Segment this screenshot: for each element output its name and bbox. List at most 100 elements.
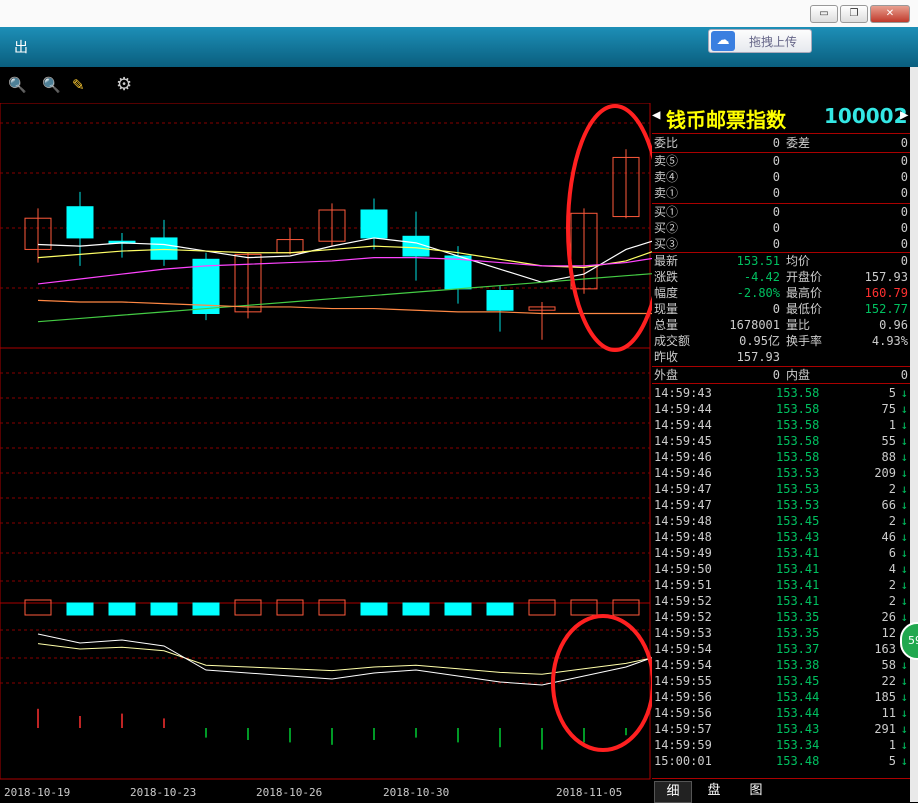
macd-line <box>37 633 652 686</box>
tab-chart[interactable]: 图 <box>738 781 774 801</box>
exit-button[interactable]: 出 <box>14 37 28 57</box>
tick-price: 153.48 <box>776 754 820 768</box>
change-row: 涨跌 -4.42 开盘价 157.93 <box>654 269 910 285</box>
buy-label: 买③ <box>654 237 679 251</box>
tick-time: 14:59:56 <box>654 690 712 704</box>
latest-value: 153.51 <box>736 254 780 268</box>
sell-volume: 0 <box>772 154 780 168</box>
pct-row: 幅度 -2.80% 最高价 160.79 <box>654 285 910 301</box>
sell-count: 0 <box>900 154 908 168</box>
tab-orderbook[interactable]: 盘 <box>696 781 732 801</box>
tick-price: 153.58 <box>776 418 820 432</box>
tick-price: 153.41 <box>776 562 820 576</box>
prev-close-value: 157.93 <box>736 350 780 364</box>
tick-price: 153.38 <box>776 658 820 672</box>
upload-button[interactable]: ☁ 拖拽上传 <box>708 29 812 53</box>
low-value: 152.77 <box>864 302 908 316</box>
settings-icon[interactable]: ⚙ <box>116 76 132 94</box>
tick-row: 14:59:56 153.44 185 ↓ <box>654 689 910 705</box>
tick-row: 14:59:47 153.53 66 ↓ <box>654 497 910 513</box>
tick-time: 14:59:48 <box>654 514 712 528</box>
sell-row: 卖④ 0 0 <box>654 169 910 185</box>
tick-time: 14:59:47 <box>654 482 712 496</box>
tick-price: 153.43 <box>776 722 820 736</box>
prev-arrow-icon[interactable]: ◀ <box>652 107 660 123</box>
restore-button[interactable]: ❐ <box>840 5 868 23</box>
tick-time: 14:59:54 <box>654 658 712 672</box>
change-value: -4.42 <box>743 270 780 284</box>
tick-price: 153.58 <box>776 386 820 400</box>
kline-chart[interactable] <box>0 103 652 802</box>
tick-volume: 6 <box>888 546 896 560</box>
tick-volume: 291 <box>874 722 896 736</box>
quote-panel: ◀ 钱币邮票指数 100002 ▶ 委比 0 委差 0 卖⑤ 0 0 卖④ 0 0 卖① 0 0… <box>652 103 910 802</box>
stock-code: 100002 <box>824 104 908 128</box>
turnover-label: 换手率 <box>786 334 823 348</box>
tick-row: 14:59:48 153.45 2 ↓ <box>654 513 910 529</box>
ratio-value: 0.96 <box>879 318 908 332</box>
down-arrow-icon: ↓ <box>900 722 908 736</box>
sell-volume: 0 <box>772 186 780 200</box>
tick-price: 153.44 <box>776 706 820 720</box>
tick-price: 153.34 <box>776 738 820 752</box>
volume-value: 1678001 <box>729 318 780 332</box>
quote-title: ◀ 钱币邮票指数 100002 ▶ <box>652 103 910 133</box>
next-arrow-icon[interactable]: ▶ <box>900 107 908 123</box>
tick-volume: 26 <box>881 610 896 624</box>
down-arrow-icon: ↓ <box>900 578 908 592</box>
tick-row: 14:59:46 153.53 209 ↓ <box>654 465 910 481</box>
change-label: 涨跌 <box>654 270 679 284</box>
sell-label: 卖① <box>654 186 679 200</box>
buy-volume: 0 <box>772 237 780 251</box>
draw-icon[interactable]: ✎ <box>72 76 85 94</box>
x-tick-label: 2018-10-26 <box>256 786 323 799</box>
ma-line <box>37 257 652 285</box>
sell-count: 0 <box>900 170 908 184</box>
zoom-out-icon[interactable]: 🔍 <box>42 76 61 94</box>
open-label: 开盘价 <box>786 270 823 284</box>
tick-time: 14:59:57 <box>654 722 712 736</box>
tick-price: 153.41 <box>776 594 820 608</box>
down-arrow-icon: ↓ <box>900 466 908 480</box>
sell-row: 卖① 0 0 <box>654 185 910 201</box>
scrollbar[interactable] <box>910 67 918 802</box>
prev-close-row: 昨收 157.93 <box>654 349 910 365</box>
sell-count: 0 <box>900 186 908 200</box>
tick-row: 14:59:44 153.58 1 ↓ <box>654 417 910 433</box>
tick-volume: 11 <box>881 706 896 720</box>
down-arrow-icon: ↓ <box>900 482 908 496</box>
tick-volume: 88 <box>881 450 896 464</box>
tick-time: 14:59:43 <box>654 386 712 400</box>
tick-volume: 5 <box>888 754 896 768</box>
open-value: 157.93 <box>864 270 908 284</box>
tick-time: 14:59:52 <box>654 594 712 608</box>
tick-time: 14:59:54 <box>654 642 712 656</box>
close-button[interactable]: ✕ <box>870 5 910 23</box>
sell-label: 卖⑤ <box>654 154 679 168</box>
minimize-button[interactable]: ▭ <box>810 5 838 23</box>
tick-volume: 58 <box>881 658 896 672</box>
weicha-label: 委差 <box>786 136 811 150</box>
tick-row: 14:59:55 153.45 22 ↓ <box>654 673 910 689</box>
outer-inner-row: 外盘 0 内盘 0 <box>654 367 910 383</box>
zoom-in-icon[interactable]: 🔍 <box>8 76 27 94</box>
panel-tabs: 细 盘 图 <box>652 778 910 803</box>
amount-row: 成交额 0.95亿 换手率 4.93% <box>654 333 910 349</box>
x-tick-label: 2018-10-23 <box>130 786 197 799</box>
turnover-value: 4.93% <box>871 334 908 348</box>
buy-row: 买③ 0 0 <box>654 236 910 252</box>
x-tick-label: 2018-10-30 <box>383 786 450 799</box>
volume-label: 总量 <box>654 318 679 332</box>
tick-volume: 12 <box>881 626 896 640</box>
down-arrow-icon: ↓ <box>900 754 908 768</box>
tick-row: 14:59:47 153.53 2 ↓ <box>654 481 910 497</box>
tab-detail[interactable]: 细 <box>654 781 692 803</box>
buy-label: 买① <box>654 205 679 219</box>
indicator-bar <box>360 602 388 616</box>
tick-price: 153.58 <box>776 402 820 416</box>
indicator-bar <box>150 602 178 616</box>
ratio-label: 量比 <box>786 318 811 332</box>
tick-time: 14:59:46 <box>654 466 712 480</box>
chart-toolbar: 🔍 🔍 ✎ ⚙ <box>0 67 918 103</box>
down-arrow-icon: ↓ <box>900 674 908 688</box>
